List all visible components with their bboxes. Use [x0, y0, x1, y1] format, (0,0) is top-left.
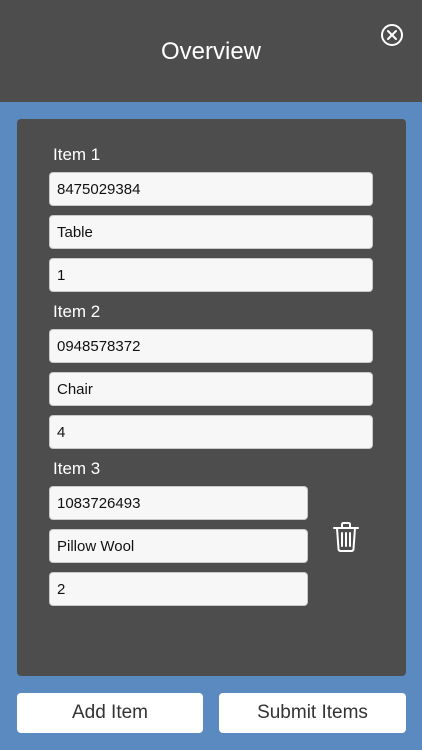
- close-icon[interactable]: [380, 23, 404, 47]
- item-2-name-field[interactable]: [49, 372, 373, 406]
- item-3-quantity-field[interactable]: [49, 572, 308, 606]
- trash-icon[interactable]: [332, 521, 360, 553]
- item-2-quantity-field[interactable]: [49, 415, 373, 449]
- item-1-label: Item 1: [53, 145, 101, 164]
- item-2-label: Item 2: [53, 302, 101, 321]
- item-1-name-field[interactable]: [49, 215, 373, 249]
- item-3-name-field[interactable]: [49, 529, 308, 563]
- header-bar: Overview: [0, 0, 422, 102]
- item-2-code-field[interactable]: [49, 329, 373, 363]
- item-1-quantity-field[interactable]: [49, 258, 373, 292]
- item-1-code-field[interactable]: [49, 172, 373, 206]
- item-3-code-field[interactable]: [49, 486, 308, 520]
- item-3-label: Item 3: [53, 459, 101, 478]
- add-item-button[interactable]: Add Item: [17, 693, 203, 733]
- submit-items-button[interactable]: Submit Items: [219, 693, 406, 733]
- page-title: Overview: [160, 38, 262, 65]
